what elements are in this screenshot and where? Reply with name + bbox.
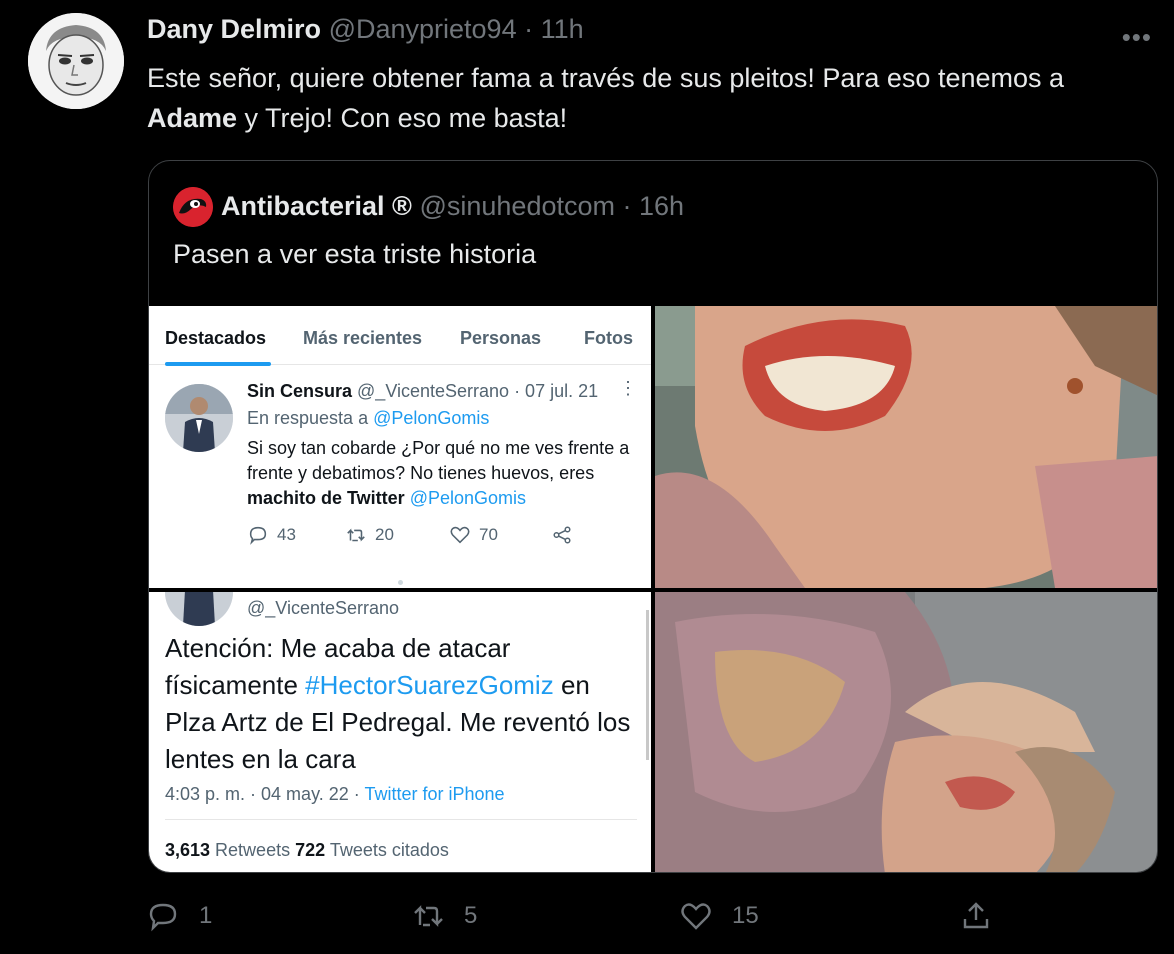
media-image-1[interactable]: Destacados Más recientes Personas Fotos … <box>149 306 651 588</box>
quoted-tweet[interactable]: Antibacterial ® @sinuhedotcom · 16h Pase… <box>148 160 1158 873</box>
media-image-4[interactable] <box>655 592 1157 872</box>
screenshot2-hashtag: #HectorSuarezGomiz <box>305 670 554 700</box>
screenshot-like-count: 70 <box>479 525 498 544</box>
header-separator: · <box>524 14 534 44</box>
heart-icon <box>681 903 711 930</box>
screenshot-text-bold: machito de Twitter <box>247 488 405 508</box>
like-count: 15 <box>732 902 759 929</box>
tweet-actions: 1 5 15 <box>147 900 1147 940</box>
screenshot-more-icon: ⋮ <box>619 378 637 398</box>
reply-count: 1 <box>199 902 213 929</box>
screenshot-handle-time: @_VicenteSerrano · 07 jul. 21 <box>352 381 599 401</box>
quoted-author-avatar[interactable] <box>173 187 213 227</box>
quoted-avatar-image <box>173 187 213 227</box>
screenshot-avatar-image <box>165 384 233 452</box>
screenshot2-tweet-text: Atención: Me acaba de atacar físicamente… <box>165 630 645 778</box>
screenshot-tabs: Destacados Más recientes Personas Fotos <box>149 306 651 366</box>
screenshot2-handle: @_VicenteSerrano <box>247 598 400 618</box>
photo-woman-closeup <box>655 306 1157 588</box>
screenshot-share <box>551 524 573 546</box>
screenshot-tab-personas: Personas <box>460 328 542 348</box>
author-avatar[interactable] <box>28 13 124 109</box>
screenshot2-stats: 3,613 Retweets 722 Tweets citados <box>165 840 449 861</box>
retweet-button[interactable]: 5 <box>412 900 477 932</box>
tweet-text-part1: Este señor, quiere obtener fama a través… <box>147 63 1065 93</box>
screenshot-tab-fotos: Fotos <box>584 328 633 348</box>
quoted-header: Antibacterial ® @sinuhedotcom · 16h <box>221 191 684 222</box>
screenshot-reply-icon <box>249 526 267 545</box>
screenshot-tab-recientes: Más recientes <box>303 328 423 348</box>
screenshot-reply-handle: @PelonGomis <box>373 408 490 428</box>
like-button[interactable]: 15 <box>680 900 759 932</box>
screenshot2-quotes-count: 722 <box>295 840 326 860</box>
reply-icon <box>149 903 177 932</box>
screenshot-reply-to: En respuesta a @PelonGomis <box>247 408 489 429</box>
screenshot2-scrollbar <box>646 610 649 760</box>
reply-button[interactable]: 1 <box>147 900 212 932</box>
screenshot-avatar <box>165 384 233 452</box>
screenshot2-divider <box>165 819 637 820</box>
screenshot-text-main: Si soy tan cobarde ¿Por qué no me ves fr… <box>247 438 630 483</box>
screenshot2-quotes-label: Tweets citados <box>325 840 449 860</box>
tweet-header: Dany Delmiro @Danyprieto94 · 11h <box>147 14 584 45</box>
screenshot-retweet-icon <box>347 528 365 542</box>
quoted-separator: · <box>622 191 632 221</box>
quoted-author-name[interactable]: Antibacterial ® <box>221 191 412 221</box>
screenshot2-retweets-label: Retweets <box>210 840 296 860</box>
screenshot2-avatar-image <box>165 592 233 626</box>
share-icon <box>963 902 989 929</box>
screenshot2-retweets-count: 3,613 <box>165 840 211 860</box>
photo-woman-on-ground <box>655 592 1157 872</box>
retweet-icon <box>414 905 443 927</box>
media-image-3[interactable]: @_VicenteSerrano Atención: Me acaba de a… <box>149 592 651 872</box>
author-avatar-image <box>28 13 124 109</box>
quoted-text: Pasen a ver esta triste historia <box>173 239 537 269</box>
tweet-text-bold: Adame <box>147 103 238 133</box>
carousel-dot <box>398 580 403 585</box>
screenshot-tweet-text: Si soy tan cobarde ¿Por qué no me ves fr… <box>247 436 647 511</box>
retweet-count: 5 <box>464 902 478 929</box>
screenshot2-meta-source: Twitter for iPhone <box>364 784 505 804</box>
author-handle[interactable]: @Danyprieto94 <box>329 14 517 44</box>
screenshot-heart-icon <box>450 526 470 544</box>
screenshot-share-icon <box>553 526 571 544</box>
screenshot-reply-count: 43 <box>277 525 296 544</box>
screenshot-retweet: 20 <box>345 524 394 546</box>
screenshot-text-link: @PelonGomis <box>404 488 527 508</box>
screenshot-tab-destacados: Destacados <box>165 328 267 348</box>
screenshot2-avatar <box>165 592 233 626</box>
tweet-time[interactable]: 11h <box>541 14 584 44</box>
screenshot-reply: 43 <box>247 524 296 546</box>
screenshot-reply-prefix: En respuesta a <box>247 408 374 428</box>
quoted-author-handle[interactable]: @sinuhedotcom <box>419 191 615 221</box>
more-options-icon[interactable]: ••• <box>1122 22 1152 53</box>
tweet-text-part2: y Trejo! Con eso me basta! <box>237 103 568 133</box>
screenshot-actions: 43 20 70 <box>247 524 577 548</box>
author-name[interactable]: Dany Delmiro <box>147 14 321 44</box>
media-image-2[interactable] <box>655 306 1157 588</box>
share-button[interactable] <box>960 900 992 932</box>
quoted-time[interactable]: 16h <box>639 191 684 221</box>
screenshot-author: Sin Censura @_VicenteSerrano · 07 jul. 2… <box>247 381 598 402</box>
screenshot-author-name: Sin Censura <box>247 381 353 401</box>
screenshot-like: 70 <box>449 524 498 546</box>
screenshot-retweet-count: 20 <box>375 525 394 544</box>
active-tab-indicator <box>165 362 271 366</box>
screenshot2-meta: 4:03 p. m. · 04 may. 22 · Twitter for iP… <box>165 784 505 805</box>
screenshot2-meta-time: 4:03 p. m. · 04 may. 22 · <box>165 784 365 804</box>
tweet-text: Este señor, quiere obtener fama a través… <box>147 58 1147 138</box>
media-grid: Destacados Más recientes Personas Fotos … <box>149 306 1157 872</box>
